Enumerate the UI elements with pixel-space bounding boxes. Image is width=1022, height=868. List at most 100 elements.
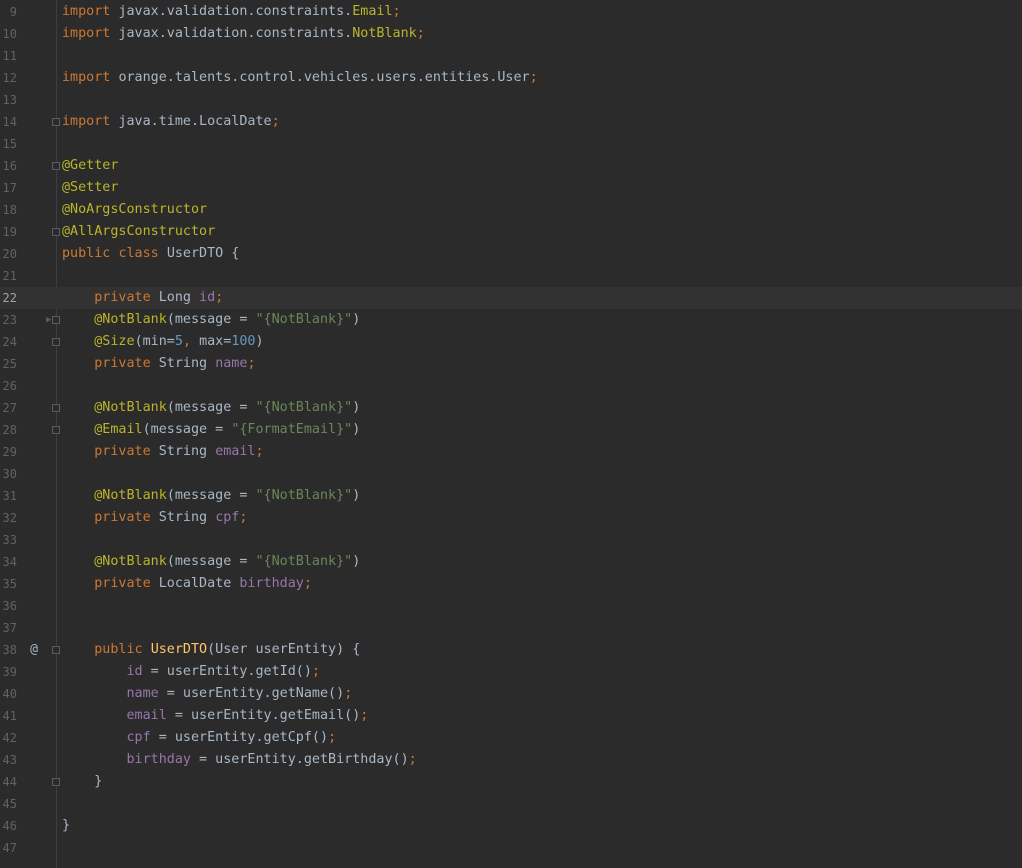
fold-toggle-icon[interactable] [52,338,60,346]
code-text[interactable]: @NotBlank(message = "{NotBlank}") [62,551,360,573]
code-token: max= [199,334,232,349]
code-line[interactable]: 10 import javax.validation.constraints.No… [0,23,1022,45]
code-text[interactable]: @Email(message = "{FormatEmail}") [62,419,360,441]
code-line[interactable]: 14 import java.time.LocalDate; [0,111,1022,133]
code-line[interactable]: 17 @Setter [0,177,1022,199]
code-text[interactable]: @AllArgsConstructor [62,221,215,243]
code-line[interactable]: 44 } [0,771,1022,793]
code-token: UserDTO [150,642,208,657]
code-text[interactable]: birthday = userEntity.getBirthday(); [62,749,417,771]
code-text[interactable]: private String name; [62,353,256,375]
code-line[interactable]: 26 [0,375,1022,397]
fold-toggle-icon[interactable] [52,778,60,786]
line-number: 15 [2,137,17,151]
code-line[interactable]: 47 [0,837,1022,859]
code-token: "{FormatEmail}" [231,422,353,437]
code-line[interactable]: 27 @NotBlank(message = "{NotBlank}") [0,397,1022,419]
fold-toggle-icon[interactable] [52,404,60,412]
fold-toggle-icon[interactable] [52,316,60,324]
code-line[interactable]: 21 [0,265,1022,287]
code-line[interactable]: 33 [0,529,1022,551]
code-text[interactable]: @Size(min=5, max=100) [62,331,263,353]
code-token: import [62,4,119,19]
code-text[interactable]: public UserDTO(User userEntity) { [62,639,360,661]
code-line[interactable]: 35 private LocalDate birthday; [0,573,1022,595]
code-text[interactable]: } [62,815,70,837]
code-line[interactable]: 15 [0,133,1022,155]
code-token: Email [352,4,393,19]
code-line[interactable]: 31 @NotBlank(message = "{NotBlank}") [0,485,1022,507]
fold-toggle-icon[interactable] [52,118,60,126]
code-text[interactable]: } [62,771,102,793]
line-number: 9 [9,5,17,19]
code-line[interactable]: 24 @Size(min=5, max=100) [0,331,1022,353]
code-line[interactable]: 36 [0,595,1022,617]
override-marker-icon[interactable]: @ [27,639,41,661]
code-token: @NotBlank [62,400,167,415]
code-line[interactable]: 46} [0,815,1022,837]
code-token: email [126,708,167,723]
code-line[interactable]: 30 [0,463,1022,485]
code-line[interactable]: 28 @Email(message = "{FormatEmail}") [0,419,1022,441]
code-line[interactable]: 22 private Long id; [0,287,1022,309]
code-line[interactable]: 12 import orange.talents.control.vehicles… [0,67,1022,89]
code-text[interactable]: @NotBlank(message = "{NotBlank}") [62,309,360,331]
line-number: 35 [2,577,17,591]
line-number: 43 [2,753,17,767]
code-text[interactable]: @NoArgsConstructor [62,199,207,221]
line-number: 20 [2,247,17,261]
code-text[interactable]: @NotBlank(message = "{NotBlank}") [62,485,360,507]
code-text[interactable]: import javax.validation.constraints.Emai… [62,1,401,23]
code-line[interactable]: 23 ▶ @NotBlank(message = "{NotBlank}") [0,309,1022,331]
line-number: 10 [2,27,17,41]
fold-toggle-icon[interactable] [52,228,60,236]
line-number: 41 [2,709,17,723]
code-text[interactable]: import javax.validation.constraints.NotB… [62,23,425,45]
code-text[interactable]: public class UserDTO { [62,243,239,265]
code-line[interactable]: 43 birthday = userEntity.getBirthday(); [0,749,1022,771]
code-text[interactable]: private Long id; [62,287,223,309]
code-line[interactable]: 25 private String name; [0,353,1022,375]
code-text[interactable]: @Setter [62,177,118,199]
code-line[interactable]: 19 @AllArgsConstructor [0,221,1022,243]
fold-toggle-icon[interactable] [52,646,60,654]
code-text[interactable]: private String cpf; [62,507,247,529]
code-line[interactable]: 16 @Getter [0,155,1022,177]
code-line[interactable]: 11 [0,45,1022,67]
code-text[interactable]: import orange.talents.control.vehicles.u… [62,67,538,89]
code-text[interactable]: email = userEntity.getEmail(); [62,705,369,727]
code-line[interactable]: 42 cpf = userEntity.getCpf(); [0,727,1022,749]
code-text[interactable]: id = userEntity.getId(); [62,661,321,683]
code-line[interactable]: 45 [0,793,1022,815]
code-text[interactable]: @NotBlank(message = "{NotBlank}") [62,397,360,419]
code-text[interactable]: import java.time.LocalDate; [62,111,280,133]
code-area[interactable]: 9 import javax.validation.constraints.Ema… [0,1,1022,859]
code-line[interactable]: 34 @NotBlank(message = "{NotBlank}") [0,551,1022,573]
code-text[interactable]: private LocalDate birthday; [62,573,312,595]
code-line[interactable]: 32 private String cpf; [0,507,1022,529]
code-text[interactable]: cpf = userEntity.getCpf(); [62,727,337,749]
code-text[interactable]: @Getter [62,155,118,177]
line-number: 19 [2,225,17,239]
line-number: 33 [2,533,17,547]
code-line[interactable]: 40 name = userEntity.getName(); [0,683,1022,705]
code-line[interactable]: 29 private String email; [0,441,1022,463]
fold-toggle-icon[interactable] [52,426,60,434]
code-editor[interactable]: 9 import javax.validation.constraints.Ema… [0,0,1022,868]
code-token: "{NotBlank}" [255,400,353,415]
code-text[interactable]: name = userEntity.getName(); [62,683,353,705]
code-line[interactable]: 37 [0,617,1022,639]
code-line[interactable]: 39 id = userEntity.getId(); [0,661,1022,683]
code-line[interactable]: 9 import javax.validation.constraints.Ema… [0,1,1022,23]
code-line[interactable]: 20 public class UserDTO { [0,243,1022,265]
code-token: (message = [166,400,256,415]
code-line[interactable]: 41 email = userEntity.getEmail(); [0,705,1022,727]
code-line[interactable]: 38 @ public UserDTO(User userEntity) { [0,639,1022,661]
code-token: ; [247,356,256,371]
code-line[interactable]: 13 [0,89,1022,111]
code-token: public [62,642,151,657]
fold-toggle-icon[interactable] [52,162,60,170]
code-line[interactable]: 18 @NoArgsConstructor [0,199,1022,221]
code-text[interactable]: private String email; [62,441,263,463]
